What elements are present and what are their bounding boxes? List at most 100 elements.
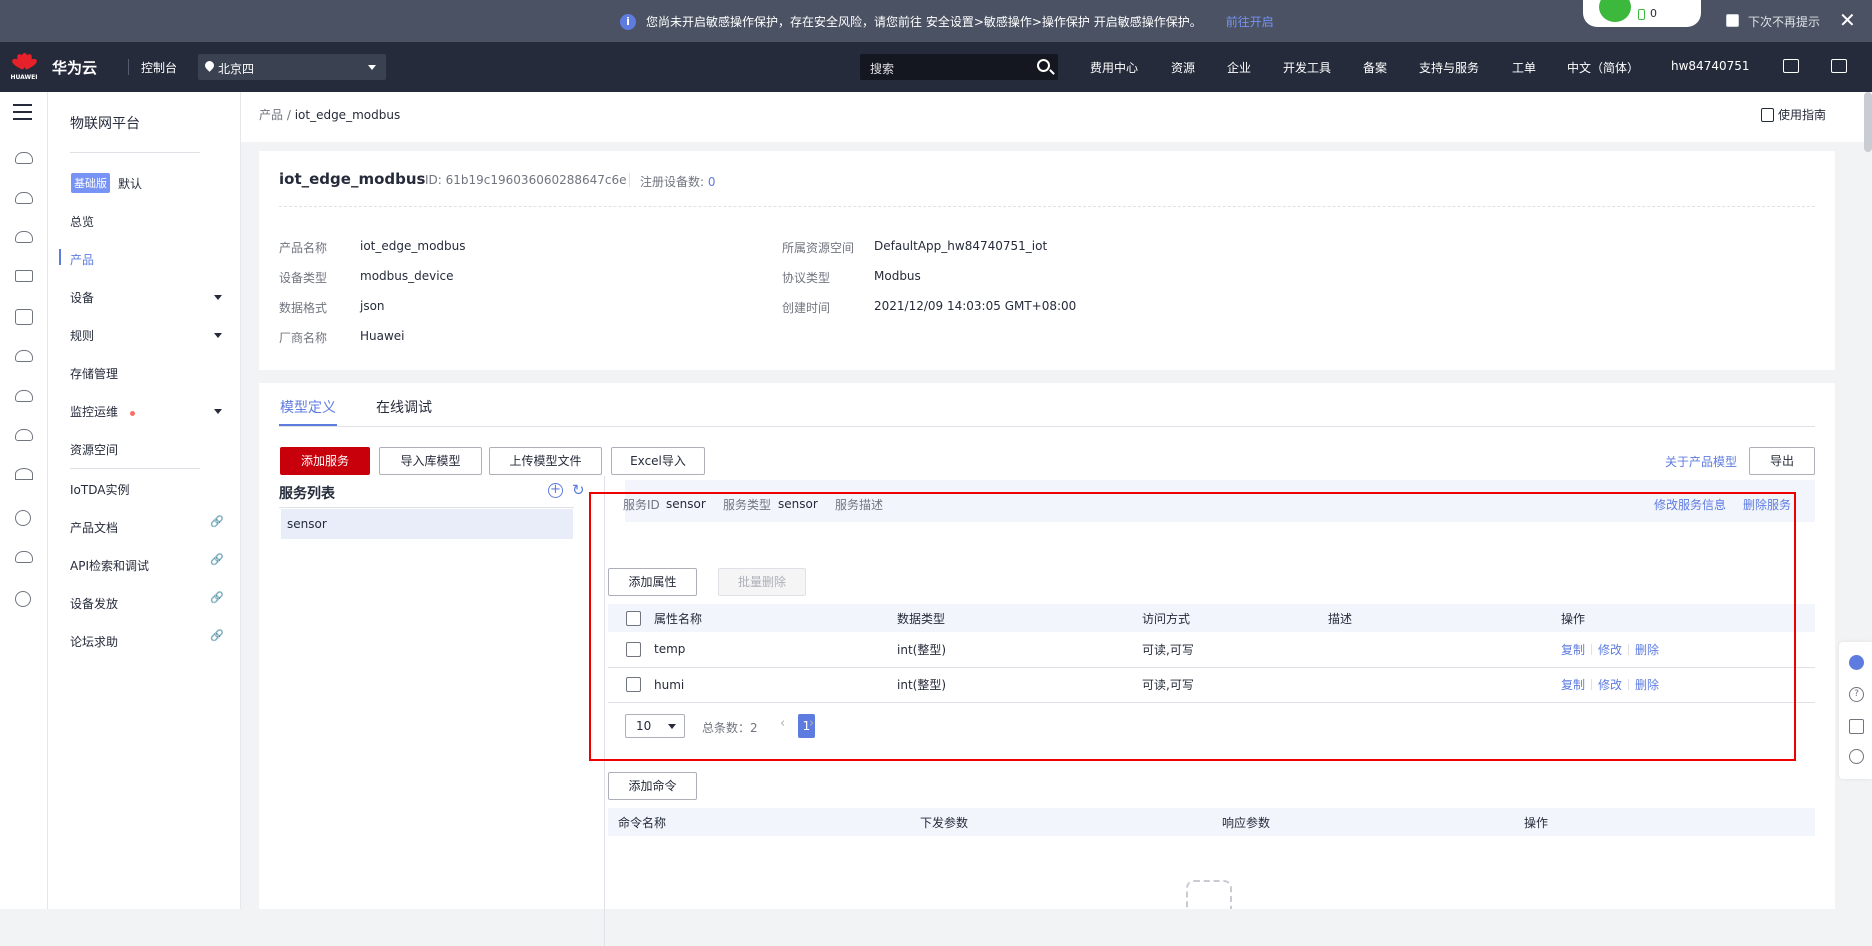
cloud-db-icon[interactable] bbox=[15, 429, 33, 441]
sidebar-item-forum[interactable]: 论坛求助 bbox=[70, 633, 118, 650]
field-label: 厂商名称 bbox=[279, 331, 328, 345]
console-link[interactable]: 控制台 bbox=[141, 59, 177, 76]
battery-icon bbox=[1638, 9, 1645, 20]
chevron-down-icon bbox=[368, 65, 376, 70]
nav-tickets[interactable]: 工单 bbox=[1512, 59, 1536, 76]
sidebar-item-products[interactable]: 产品 bbox=[70, 251, 94, 268]
sidebar-item-monitoring[interactable]: 监控运维 bbox=[70, 403, 118, 420]
cloud-compute-icon[interactable] bbox=[15, 192, 33, 204]
notice-message: i 您尚未开启敏感操作保护，存在安全风险，请您前往 安全设置>敏感操作>操作保护… bbox=[620, 13, 1274, 30]
column-header: 操作 bbox=[1514, 808, 1815, 836]
notice-enable-link[interactable]: 前往开启 bbox=[1226, 13, 1274, 30]
cloud-security-icon[interactable] bbox=[15, 390, 33, 402]
product-id: ID: 61b19c196036060288647c6e bbox=[425, 173, 627, 187]
wifi-icon bbox=[1599, 0, 1631, 22]
menu-title: 物联网平台 bbox=[70, 116, 140, 132]
field-value: iot_edge_modbus bbox=[360, 239, 466, 253]
import-model-button[interactable]: 导入库模型 bbox=[379, 447, 482, 475]
notice-text: 您尚未开启敏感操作保护，存在安全风险，请您前往 安全设置>敏感操作>操作保护 开… bbox=[646, 15, 1202, 29]
command-table: 命令名称 下发参数 响应参数 操作 bbox=[608, 808, 1815, 836]
nav-language[interactable]: 中文（简体） bbox=[1567, 59, 1639, 76]
nav-enterprise[interactable]: 企业 bbox=[1227, 59, 1251, 76]
device-icon[interactable] bbox=[15, 309, 33, 325]
tab-model-definition[interactable]: 模型定义 bbox=[280, 397, 336, 417]
smile-icon[interactable] bbox=[1849, 749, 1864, 764]
chevron-down-icon[interactable] bbox=[214, 295, 222, 300]
about-product-model-link[interactable]: 关于产品模型 bbox=[1665, 453, 1737, 470]
search-icon[interactable] bbox=[1037, 59, 1050, 72]
nav-icp[interactable]: 备案 bbox=[1363, 59, 1387, 76]
cloud-service-icon[interactable] bbox=[15, 152, 33, 164]
nav-billing[interactable]: 费用中心 bbox=[1090, 59, 1138, 76]
floating-help-toolbar: ? bbox=[1839, 642, 1872, 779]
field-label: 设备类型 bbox=[279, 271, 328, 285]
service-list-item[interactable]: sensor bbox=[281, 509, 573, 539]
sidebar-item-overview[interactable]: 总览 bbox=[70, 213, 94, 230]
feedback-icon[interactable] bbox=[1849, 719, 1864, 734]
registered-device-count: 注册设备数: 0 bbox=[640, 175, 716, 189]
nav-account[interactable]: hw84740751 bbox=[1671, 59, 1750, 73]
location-pin-icon bbox=[203, 59, 216, 72]
add-service-button[interactable]: 添加服务 bbox=[280, 447, 370, 475]
field-value: Modbus bbox=[874, 269, 921, 283]
external-link-icon: 🔗 bbox=[210, 553, 224, 566]
column-header: 下发参数 bbox=[910, 808, 1212, 836]
menu-icon[interactable] bbox=[13, 104, 32, 106]
storage-icon[interactable] bbox=[15, 231, 33, 243]
battery-value: 0 bbox=[1650, 7, 1657, 20]
sidebar-item-resource-space[interactable]: 资源空间 bbox=[70, 441, 118, 458]
chevron-down-icon[interactable] bbox=[214, 333, 222, 338]
sidebar-item-rules[interactable]: 规则 bbox=[70, 327, 94, 344]
alert-dot bbox=[130, 411, 135, 416]
nav-resources[interactable]: 资源 bbox=[1171, 59, 1195, 76]
add-circle-icon[interactable]: + bbox=[548, 483, 563, 498]
refresh-icon[interactable]: ↻ bbox=[572, 481, 585, 499]
sidebar-item-api-explorer[interactable]: API检索和调试 bbox=[70, 557, 149, 574]
scrollbar[interactable] bbox=[1864, 92, 1872, 152]
upload-model-button[interactable]: 上传模型文件 bbox=[489, 447, 602, 475]
export-button[interactable]: 导出 bbox=[1749, 447, 1815, 475]
external-link-icon: 🔗 bbox=[210, 591, 224, 604]
breadcrumb-products[interactable]: 产品 bbox=[259, 108, 283, 122]
dont-remind-label[interactable]: 下次不再提示 bbox=[1748, 13, 1820, 30]
sidebar-item-product-docs[interactable]: 产品文档 bbox=[70, 519, 118, 536]
close-icon[interactable]: ✕ bbox=[1839, 8, 1856, 32]
brand-name[interactable]: 华为云 bbox=[52, 57, 97, 78]
edition-badge: 基础版 bbox=[71, 173, 110, 193]
field-value: DefaultApp_hw84740751_iot bbox=[874, 239, 1048, 253]
sidebar-item-device-provisioning[interactable]: 设备发放 bbox=[70, 595, 118, 612]
field-value: modbus_device bbox=[360, 269, 454, 283]
usage-guide-link[interactable]: 使用指南 bbox=[1761, 106, 1826, 123]
dont-remind-checkbox[interactable] bbox=[1726, 14, 1739, 27]
huawei-logo[interactable]: HUAWEI bbox=[10, 51, 39, 83]
terminal-icon[interactable] bbox=[1783, 59, 1799, 73]
field-label: 创建时间 bbox=[782, 301, 831, 315]
excel-import-button[interactable]: Excel导入 bbox=[611, 447, 705, 475]
anchor-icon[interactable] bbox=[15, 468, 33, 480]
column-header: 命令名称 bbox=[608, 808, 910, 836]
edition-label[interactable]: 默认 bbox=[118, 175, 142, 192]
search-input[interactable]: 搜索 bbox=[860, 54, 1058, 80]
product-name-title: iot_edge_modbus bbox=[279, 170, 426, 188]
add-command-button[interactable]: 添加命令 bbox=[608, 772, 697, 800]
network-icon[interactable] bbox=[15, 270, 33, 282]
sidebar-item-devices[interactable]: 设备 bbox=[70, 289, 94, 306]
cloud-icon[interactable] bbox=[15, 350, 33, 362]
globe-icon[interactable] bbox=[15, 591, 31, 607]
ip-icon[interactable] bbox=[15, 510, 31, 526]
sidebar-item-iotda-instance[interactable]: IoTDA实例 bbox=[70, 481, 129, 498]
service-list-title: 服务列表 bbox=[279, 486, 335, 502]
chevron-down-icon[interactable] bbox=[214, 409, 222, 414]
nav-support[interactable]: 支持与服务 bbox=[1419, 59, 1479, 76]
help-icon[interactable]: ? bbox=[1849, 687, 1864, 702]
mail-icon[interactable] bbox=[1831, 59, 1847, 73]
nav-dev-tools[interactable]: 开发工具 bbox=[1283, 59, 1331, 76]
headset-icon[interactable] bbox=[1849, 655, 1864, 670]
region-selector[interactable]: 北京四 bbox=[198, 54, 386, 80]
network-status-widget: 0 bbox=[1583, 0, 1701, 27]
tab-online-debug[interactable]: 在线调试 bbox=[376, 397, 432, 417]
sidebar-item-storage[interactable]: 存储管理 bbox=[70, 365, 118, 382]
field-value: json bbox=[360, 299, 385, 313]
iot-side-menu: 物联网平台 基础版 默认 总览 产品 设备 规则 存储管理 监控运维 资源空间 … bbox=[48, 92, 241, 909]
cluster-icon[interactable] bbox=[15, 551, 33, 563]
